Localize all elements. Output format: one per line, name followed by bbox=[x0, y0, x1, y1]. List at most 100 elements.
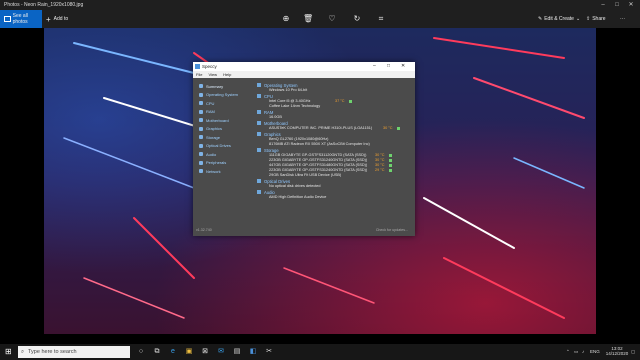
see-all-photos-label: See all photos bbox=[12, 13, 28, 25]
nav-storage[interactable]: Storage bbox=[196, 133, 254, 142]
motherboard-model: ASUSTeK COMPUTER INC. PRIME H310I-PLUS (… bbox=[269, 126, 373, 130]
nav-summary[interactable]: Summary bbox=[196, 82, 254, 91]
monitor-icon bbox=[199, 126, 203, 131]
speccy-status-bar: v1.32.740 Check for updates... bbox=[196, 228, 412, 232]
drive-label: 223GB GIGABYTE GP-GSTFS31240GNTD (SATA (… bbox=[269, 158, 368, 162]
store-icon[interactable]: ⊠ bbox=[200, 347, 210, 357]
add-to-button[interactable]: + Add to bbox=[46, 10, 68, 28]
more-icon: ··· bbox=[620, 16, 625, 22]
temp-indicator bbox=[389, 159, 392, 162]
nav-label: Audio bbox=[206, 151, 217, 157]
clock[interactable]: 13:02 14/12/2020 bbox=[605, 344, 629, 360]
delete-icon[interactable]: 🗑 bbox=[303, 14, 313, 24]
close-button[interactable]: ✕ bbox=[624, 0, 638, 10]
section-title: Operating System bbox=[264, 82, 298, 88]
speccy-summary-panel: Operating System Windows 10 Pro 64-bit C… bbox=[257, 82, 411, 200]
cpu-icon bbox=[257, 94, 261, 98]
nav-label: Network bbox=[206, 168, 221, 174]
speccy-sidebar: Summary Operating System CPU RAM Motherb… bbox=[196, 82, 254, 176]
windows-start-icon[interactable]: ⊞ bbox=[5, 348, 13, 356]
title-bar: Photos - Neon Rain_1920x1080.jpg – □ ✕ bbox=[0, 0, 640, 10]
nav-peripherals[interactable]: Peripherals bbox=[196, 159, 254, 168]
ram-icon bbox=[257, 110, 261, 114]
search-placeholder: Type here to search bbox=[28, 349, 77, 355]
maximize-button[interactable]: □ bbox=[610, 0, 624, 10]
nav-network[interactable]: Network bbox=[196, 167, 254, 176]
nav-operating-system[interactable]: Operating System bbox=[196, 91, 254, 100]
mouse-icon bbox=[199, 160, 203, 165]
cpu-icon bbox=[199, 101, 203, 106]
speccy-app-icon[interactable]: ◧ bbox=[248, 347, 258, 357]
see-all-photos-button[interactable]: See all photos bbox=[0, 10, 42, 28]
file-explorer-icon[interactable]: ▣ bbox=[184, 347, 194, 357]
more-button[interactable]: ··· bbox=[620, 10, 625, 28]
audio-value: AMD High Definition Audio Device bbox=[269, 195, 327, 199]
speccy-title: Speccy bbox=[202, 64, 217, 69]
graphics-card: 8176MB ATI Radeon RX 550X XT (AsSoCBit C… bbox=[269, 142, 370, 146]
storage-drive: 29GB SanDisk Ultra Fit USB Device (USB) bbox=[269, 173, 342, 177]
speccy-title-bar: Speccy – □ ✕ bbox=[193, 62, 415, 71]
chevron-up-icon[interactable]: ⌃ bbox=[566, 344, 570, 360]
speccy-menu-bar: File View Help bbox=[193, 71, 415, 78]
os-value: Windows 10 Pro 64-bit bbox=[269, 88, 308, 92]
heart-icon[interactable]: ♡ bbox=[327, 14, 337, 24]
nav-label: Motherboard bbox=[206, 117, 229, 123]
mail-icon[interactable]: ✉ bbox=[216, 347, 226, 357]
nav-label: Graphics bbox=[206, 126, 223, 132]
cortana-icon[interactable]: ○ bbox=[136, 347, 146, 357]
nav-motherboard[interactable]: Motherboard bbox=[196, 116, 254, 125]
temp-indicator bbox=[389, 169, 392, 172]
share-icon: ⇪ bbox=[586, 16, 591, 22]
edit-create-label: Edit & Create bbox=[544, 16, 574, 22]
snipping-tool-icon[interactable]: ✂ bbox=[264, 347, 274, 357]
cpu-tech: Coffee Lake 14nm Technology bbox=[269, 104, 321, 108]
taskbar-search-input[interactable]: ⌕ Type here to search bbox=[18, 346, 130, 358]
temp-indicator bbox=[389, 154, 392, 157]
menu-file[interactable]: File bbox=[196, 71, 202, 78]
language-indicator[interactable]: ENG bbox=[590, 344, 600, 360]
section-title: RAM bbox=[264, 109, 274, 115]
optical-value: No optical disk drives detected bbox=[269, 184, 321, 188]
speccy-minimize-button[interactable]: – bbox=[373, 62, 376, 71]
motherboard-temp: 30 °C bbox=[383, 126, 393, 130]
speaker-icon bbox=[257, 190, 261, 194]
section-title: Audio bbox=[264, 189, 275, 195]
crop-icon[interactable]: ⌗ bbox=[376, 14, 386, 24]
drive-icon bbox=[199, 135, 203, 140]
nav-ram[interactable]: RAM bbox=[196, 108, 254, 117]
disc-icon bbox=[257, 179, 261, 183]
section-title: Graphics bbox=[264, 131, 281, 137]
edit-create-button[interactable]: ✎ Edit & Create ⌄ bbox=[538, 10, 580, 28]
ram-value: 16.0GB bbox=[269, 115, 282, 119]
clock-date: 14/12/2020 bbox=[605, 351, 629, 356]
section-title: Optical Drives bbox=[264, 178, 291, 184]
zoom-in-icon[interactable]: ⊕ bbox=[281, 14, 291, 24]
version-label: v1.32.740 bbox=[196, 228, 212, 232]
speccy-app-icon bbox=[195, 64, 200, 69]
rotate-icon[interactable]: ↻ bbox=[352, 14, 362, 24]
nav-optical-drives[interactable]: Optical Drives bbox=[196, 142, 254, 151]
minimize-button[interactable]: – bbox=[596, 0, 610, 10]
temp-indicator bbox=[397, 127, 400, 130]
notifications-icon[interactable]: ▢ bbox=[631, 344, 635, 360]
network-icon[interactable]: ▭ bbox=[574, 344, 578, 360]
nav-graphics[interactable]: Graphics bbox=[196, 125, 254, 134]
edge-icon[interactable]: e bbox=[168, 347, 178, 357]
share-button[interactable]: ⇪ Share bbox=[586, 10, 606, 28]
check-updates-link[interactable]: Check for updates... bbox=[376, 228, 408, 232]
speccy-close-button[interactable]: ✕ bbox=[401, 62, 405, 71]
nav-cpu[interactable]: CPU bbox=[196, 99, 254, 108]
menu-help[interactable]: Help bbox=[223, 71, 231, 78]
plus-icon: + bbox=[46, 14, 51, 24]
photos-app-icon[interactable]: ▤ bbox=[232, 347, 242, 357]
window-title: Photos - Neon Rain_1920x1080.jpg bbox=[4, 2, 84, 8]
menu-view[interactable]: View bbox=[208, 71, 217, 78]
task-view-icon[interactable]: ⧉ bbox=[152, 347, 162, 357]
speccy-maximize-button[interactable]: □ bbox=[387, 62, 390, 71]
chevron-down-icon: ⌄ bbox=[575, 16, 581, 22]
photos-toolbar: See all photos + Add to ⊕ 🗑 ♡ ↻ ⌗ ✎ Edit… bbox=[0, 10, 640, 28]
nav-audio[interactable]: Audio bbox=[196, 150, 254, 159]
speccy-window: Speccy – □ ✕ File View Help Summary Oper… bbox=[193, 62, 415, 236]
nav-label: Optical Drives bbox=[206, 143, 231, 149]
volume-icon[interactable]: ♪ bbox=[582, 344, 584, 360]
